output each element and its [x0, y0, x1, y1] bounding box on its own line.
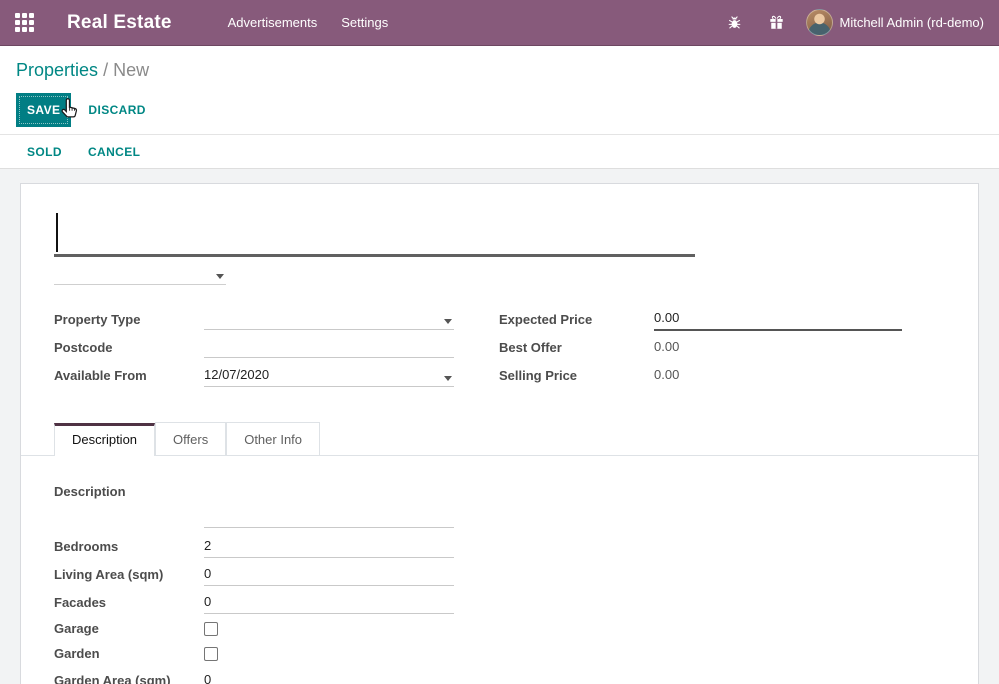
- discard-button[interactable]: DISCARD: [88, 103, 145, 117]
- field-group: Property Type Postcode Available From: [54, 305, 945, 389]
- description-tab-pane: Description Bedrooms 2 Living Area (sqm)…: [54, 456, 945, 684]
- garden-area-input[interactable]: 0: [204, 669, 454, 684]
- postcode-label: Postcode: [54, 340, 204, 355]
- field-row-facades: Facades 0: [54, 588, 945, 616]
- garden-checkbox[interactable]: [204, 647, 218, 661]
- best-offer-label: Best Offer: [499, 340, 654, 355]
- apps-grid-icon[interactable]: [15, 13, 34, 32]
- available-from-label: Available From: [54, 368, 204, 383]
- selling-price-value: 0.00: [654, 364, 902, 386]
- navbar-right: Mitchell Admin (rd-demo): [700, 9, 985, 36]
- text-cursor-caret: [56, 213, 58, 252]
- cancel-button[interactable]: CANCEL: [88, 145, 140, 159]
- field-row-garden-area: Garden Area (sqm) 0: [54, 666, 945, 684]
- chevron-down-icon: [444, 376, 452, 381]
- field-row-description: Description: [54, 482, 945, 528]
- tab-offers[interactable]: Offers: [155, 422, 226, 455]
- breadcrumb-properties[interactable]: Properties: [16, 60, 98, 80]
- garden-area-value: 0: [204, 672, 211, 684]
- user-menu[interactable]: Mitchell Admin (rd-demo): [806, 9, 985, 36]
- garage-checkbox[interactable]: [204, 622, 218, 636]
- field-row-garage: Garage: [54, 616, 945, 641]
- field-row-selling-price: Selling Price 0.00: [499, 361, 902, 389]
- gift-icon[interactable]: [769, 15, 784, 30]
- action-buttons-row: SAVE DISCARD: [16, 93, 983, 127]
- field-row-bedrooms: Bedrooms 2: [54, 532, 945, 560]
- facades-value: 0: [204, 594, 211, 609]
- garage-label: Garage: [54, 621, 204, 636]
- tab-other-info[interactable]: Other Info: [226, 422, 320, 455]
- expected-price-input[interactable]: 0.00: [654, 307, 902, 331]
- top-navbar: Real Estate Advertisements Settings Mitc…: [0, 0, 999, 46]
- living-area-input[interactable]: 0: [204, 563, 454, 586]
- selling-price-label: Selling Price: [499, 368, 654, 383]
- best-offer-value: 0.00: [654, 336, 902, 358]
- field-row-available-from: Available From 12/07/2020: [54, 361, 454, 389]
- field-row-expected-price: Expected Price 0.00: [499, 305, 902, 333]
- description-textarea[interactable]: [204, 482, 454, 528]
- user-avatar: [806, 9, 833, 36]
- menu-item-settings[interactable]: Settings: [341, 11, 388, 34]
- chevron-down-icon: [444, 319, 452, 324]
- breadcrumb-separator: /: [103, 60, 108, 80]
- bedrooms-value: 2: [204, 538, 211, 553]
- navbar-menu: Advertisements Settings: [228, 11, 389, 34]
- available-from-date-input[interactable]: 12/07/2020: [204, 364, 454, 387]
- form-sheet: Property Type Postcode Available From: [20, 183, 979, 684]
- facades-input[interactable]: 0: [204, 591, 454, 614]
- living-area-value: 0: [204, 566, 211, 581]
- description-label: Description: [54, 482, 204, 499]
- tab-description[interactable]: Description: [54, 423, 155, 456]
- control-panel: Properties / New SAVE DISCARD: [0, 46, 999, 134]
- user-name: Mitchell Admin (rd-demo): [840, 15, 985, 30]
- sold-button[interactable]: SOLD: [27, 145, 62, 159]
- property-type-dropdown[interactable]: [204, 309, 454, 330]
- field-row-garden: Garden: [54, 641, 945, 666]
- field-row-living-area: Living Area (sqm) 0: [54, 560, 945, 588]
- statusbar: SOLD CANCEL: [0, 135, 999, 169]
- garden-area-label: Garden Area (sqm): [54, 673, 204, 684]
- chevron-down-icon: [216, 274, 224, 279]
- notebook-tabs: Description Offers Other Info: [21, 422, 978, 456]
- facades-label: Facades: [54, 595, 204, 610]
- postcode-input[interactable]: [204, 337, 454, 358]
- menu-item-advertisements[interactable]: Advertisements: [228, 11, 318, 34]
- field-row-postcode: Postcode: [54, 333, 454, 361]
- field-row-property-type: Property Type: [54, 305, 454, 333]
- available-from-value: 12/07/2020: [204, 367, 269, 382]
- expected-price-value: 0.00: [654, 310, 679, 325]
- bedrooms-input[interactable]: 2: [204, 535, 454, 558]
- save-button[interactable]: SAVE: [16, 93, 71, 127]
- field-row-best-offer: Best Offer 0.00: [499, 333, 902, 361]
- field-column-left: Property Type Postcode Available From: [54, 305, 454, 389]
- property-type-label: Property Type: [54, 312, 204, 327]
- property-name-input[interactable]: [54, 210, 695, 257]
- bedrooms-label: Bedrooms: [54, 539, 204, 554]
- tags-dropdown-input[interactable]: [54, 264, 226, 285]
- content-area: Property Type Postcode Available From: [0, 169, 999, 684]
- breadcrumb-current: New: [113, 60, 149, 80]
- field-column-right: Expected Price 0.00 Best Offer 0.00 Sell…: [499, 305, 902, 389]
- debug-bug-icon[interactable]: [727, 15, 742, 30]
- living-area-label: Living Area (sqm): [54, 567, 204, 582]
- garden-label: Garden: [54, 646, 204, 661]
- app-title[interactable]: Real Estate: [67, 12, 172, 34]
- expected-price-label: Expected Price: [499, 312, 654, 327]
- breadcrumb: Properties / New: [16, 60, 983, 81]
